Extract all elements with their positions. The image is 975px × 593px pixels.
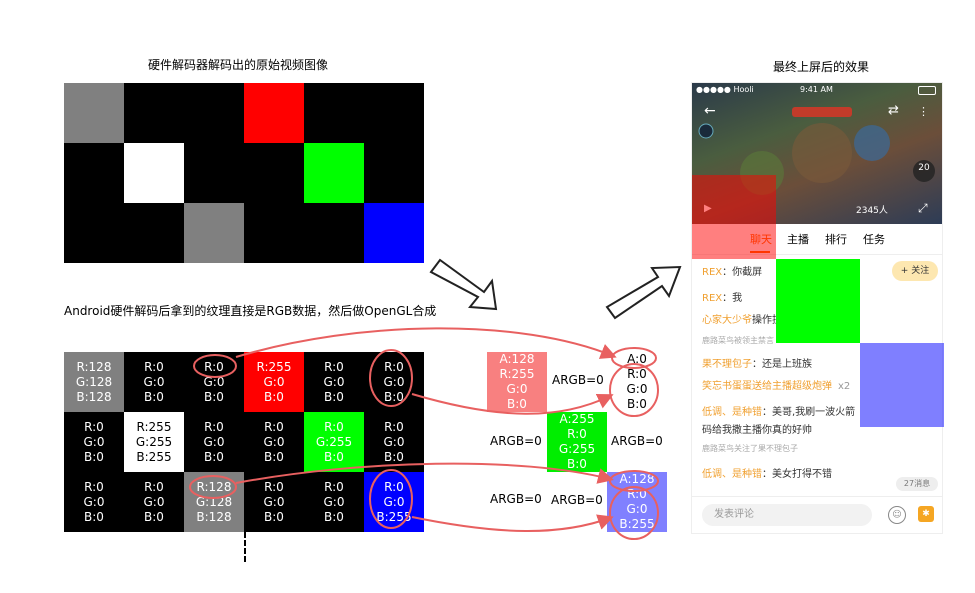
- connector-line: [235, 327, 617, 359]
- annotation-layer: [189, 258, 682, 540]
- highlight-ellipse: [189, 475, 237, 499]
- flow-arrow-down-right: [429, 258, 498, 311]
- highlight-ellipse: [193, 354, 237, 378]
- highlight-ellipse: [369, 349, 413, 407]
- highlight-ellipse: [609, 486, 659, 540]
- connector-line: [235, 462, 614, 484]
- highlight-ellipse: [369, 469, 413, 529]
- flow-arrow-up-right: [605, 265, 682, 320]
- connector-line: [411, 393, 614, 415]
- highlight-ellipse: [609, 363, 659, 417]
- connector-line: [411, 514, 614, 532]
